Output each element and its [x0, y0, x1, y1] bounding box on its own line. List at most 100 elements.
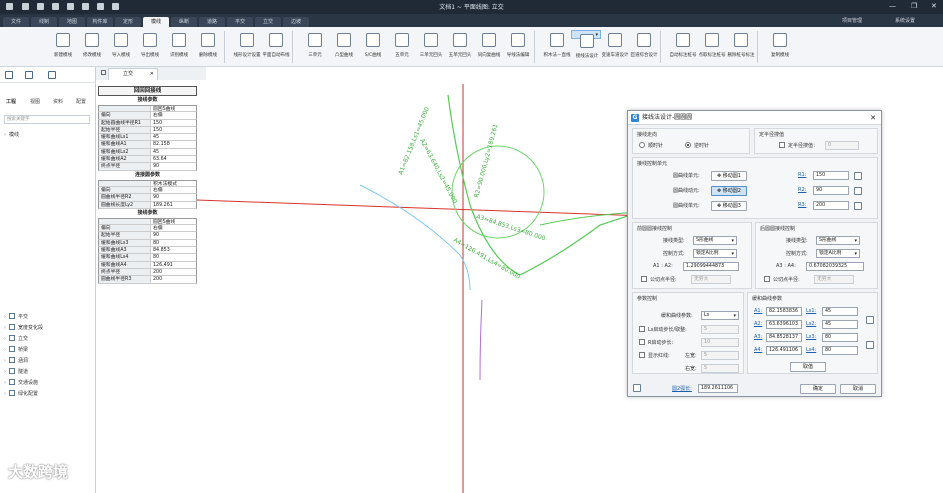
project-manage-link[interactable]: 项目管理 — [842, 17, 862, 24]
ribbon-button-13[interactable]: 五单元回头 — [445, 30, 475, 64]
right-width-input[interactable]: 5 — [701, 364, 739, 373]
tree-item-mode-line[interactable]: › 模线 — [4, 131, 19, 138]
tree-item-2[interactable]: › 立交 — [4, 335, 28, 342]
move-circle-button-2[interactable]: ✥ 移动圆2 — [711, 186, 747, 196]
cancel-button[interactable]: 取消 — [840, 384, 876, 394]
left-tab-config[interactable]: 配置 — [76, 98, 86, 105]
expand-icon[interactable]: › — [4, 391, 6, 397]
radius-link[interactable]: R2: — [798, 187, 806, 193]
back-mode-select[interactable]: 锁定A比例 — [816, 249, 860, 258]
dialog-close-button[interactable]: ✕ — [870, 112, 876, 125]
front-common-input[interactable]: 无穷大 — [691, 275, 731, 284]
ribbon-button-19[interactable]: 匝道综合设计 — [629, 30, 659, 64]
ribbon-button-9[interactable]: 凸型曲线 — [329, 30, 359, 64]
ribbon-button-1[interactable]: 修改模线 — [77, 30, 107, 64]
back-common-input[interactable]: 无穷大 — [814, 275, 854, 284]
tree-item-5[interactable]: › 隧道 — [4, 368, 28, 375]
ribbon-button-16[interactable]: 积木法－直线 — [542, 30, 572, 64]
ribbon-button-10[interactable]: S/C曲线 — [358, 30, 388, 64]
ribbon-button-11[interactable]: 五单元 — [387, 30, 417, 64]
link-a34-icon[interactable] — [866, 341, 874, 349]
radius-input-1[interactable]: 150 — [813, 171, 849, 180]
ribbon-button-6[interactable]: 线形设计设置 — [232, 30, 262, 64]
ribbon-button-15[interactable]: 导线法编辑 — [503, 30, 533, 64]
lock-icon[interactable] — [854, 202, 862, 210]
a-param-link[interactable]: A2: — [754, 321, 762, 327]
grid-view-icon[interactable] — [25, 71, 33, 79]
radius-link[interactable]: R3: — [798, 202, 806, 208]
close-button[interactable]: ✕ — [931, 2, 937, 10]
r-step-checkbox[interactable] — [639, 339, 645, 345]
ls-param-input-4[interactable]: 80 — [822, 346, 858, 355]
r-step-input[interactable]: 10 — [701, 338, 739, 347]
ribbon-button-23[interactable]: 复制模线 — [765, 30, 795, 64]
move-circle-button-1[interactable]: ✥ 移动圆1 — [711, 171, 747, 181]
ls-param-input-1[interactable]: 45 — [822, 307, 858, 316]
menu-tab-8[interactable]: 平交 — [227, 17, 253, 27]
menu-tab-7[interactable]: 道路 — [199, 17, 225, 27]
ribbon-button-20[interactable]: 自动标注桩号 — [668, 30, 698, 64]
list-view-icon[interactable] — [5, 71, 13, 79]
radius-link[interactable]: R1: — [798, 172, 806, 178]
tree-item-7[interactable]: › 绿化配置 — [4, 390, 38, 397]
front-common-checkbox[interactable] — [641, 276, 647, 282]
a3-a4-input[interactable]: 0.67082039325 — [806, 262, 864, 271]
expand-icon[interactable]: › — [4, 325, 6, 331]
expand-icon[interactable]: › — [4, 369, 6, 375]
a-param-input-3[interactable]: 84.8528137 — [766, 333, 802, 342]
front-type-select[interactable]: S形曲线 — [693, 236, 737, 245]
expand-icon[interactable]: › — [4, 347, 6, 353]
ls-step-checkbox[interactable] — [639, 326, 645, 332]
menu-tab-1[interactable]: 线制 — [31, 17, 57, 27]
ribbon-button-22[interactable]: 删除桩号标注 — [726, 30, 756, 64]
link-a12-icon[interactable] — [866, 316, 874, 324]
system-settings-link[interactable]: 系统设置 — [895, 17, 915, 24]
doc-tab-interchange[interactable]: 立交 ✕ — [108, 68, 158, 80]
ribbon-button-5[interactable]: 删除模线 — [193, 30, 223, 64]
ls-param-link[interactable]: Ls1: — [806, 308, 816, 314]
a-param-link[interactable]: A3: — [754, 334, 762, 340]
ls-param-link[interactable]: Ls2: — [806, 321, 816, 327]
expand-icon[interactable]: › — [4, 380, 6, 386]
expand-icon[interactable]: › — [4, 358, 6, 364]
ok-button[interactable]: 确定 — [800, 384, 836, 394]
show-redline-checkbox[interactable] — [639, 352, 645, 358]
move-circle-button-3[interactable]: ✥ 移动圆3 — [711, 201, 747, 211]
ease-param-select[interactable]: Ls — [701, 311, 739, 320]
radius-input-3[interactable]: 200 — [813, 201, 849, 210]
ribbon-button-18[interactable]: 变速车道设计 — [600, 30, 630, 64]
fix-radius-checkbox[interactable] — [779, 142, 785, 148]
menu-tab-10[interactable]: 边坡 — [283, 17, 309, 27]
ls-param-input-3[interactable]: 80 — [822, 333, 858, 342]
ribbon-button-4[interactable]: 识别模线 — [164, 30, 194, 64]
tree-search-input[interactable]: 搜索关键字 — [4, 115, 90, 124]
ls-param-link[interactable]: Ls3: — [806, 334, 816, 340]
a1-a2-input[interactable]: 1.29099444873 — [683, 262, 739, 271]
menu-tab-0[interactable]: 文件 — [3, 17, 29, 27]
fix-radius-input[interactable]: 0 — [825, 141, 859, 150]
ribbon-button-7[interactable]: 平面自动布线 — [261, 30, 291, 64]
a-param-input-2[interactable]: 63.6396103 — [766, 320, 802, 329]
ribbon-button-17[interactable]: 接线法设计 — [571, 30, 601, 59]
tile-view-icon[interactable] — [48, 71, 56, 79]
menu-tab-2[interactable]: 地图 — [59, 17, 85, 27]
menu-tab-5[interactable]: 模线 — [143, 17, 169, 27]
a-param-link[interactable]: A4: — [754, 347, 762, 353]
maximize-button[interactable]: ❐ — [911, 2, 917, 10]
expand-icon[interactable]: › — [4, 336, 6, 342]
left-tab-data[interactable]: 资料 — [53, 98, 63, 105]
back-common-checkbox[interactable] — [764, 276, 770, 282]
ribbon-button-14[interactable]: 同向复曲线 — [474, 30, 504, 64]
doc-list-icon[interactable] — [101, 70, 106, 75]
front-mode-select[interactable]: 锁定A比例 — [693, 249, 737, 258]
ribbon-button-8[interactable]: 三单元 — [300, 30, 330, 64]
fetch-values-button[interactable]: 取值 — [790, 362, 826, 372]
lock-icon[interactable] — [854, 172, 862, 180]
expand-icon[interactable]: › — [4, 314, 6, 320]
a-param-input-4[interactable]: 126.491106 — [766, 346, 802, 355]
left-tab-view[interactable]: 视图 — [30, 98, 40, 105]
left-width-input[interactable]: 5 — [701, 351, 739, 360]
preview-icon[interactable] — [633, 384, 641, 392]
lock-icon[interactable] — [854, 187, 862, 195]
minimize-button[interactable]: — — [889, 2, 896, 10]
